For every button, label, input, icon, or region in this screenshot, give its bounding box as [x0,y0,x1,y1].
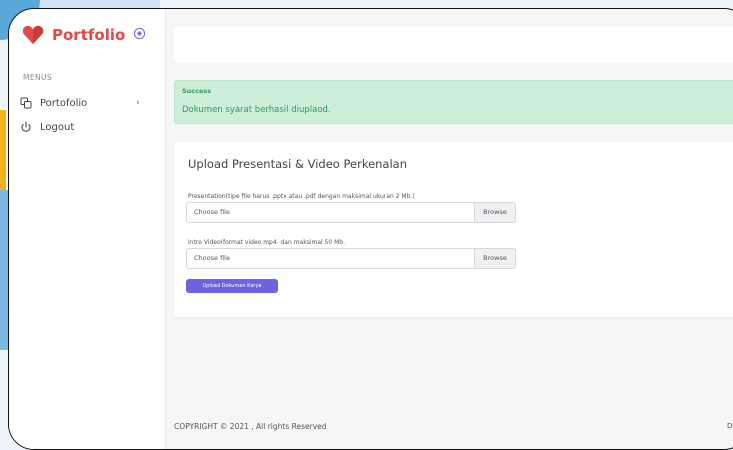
sidebar: Portfolio MENUS Portofolio › Logout [9,9,166,449]
video-file-input[interactable]: Choose file Browse [186,248,516,269]
presentation-browse-button[interactable]: Browse [474,203,515,222]
video-file-text: Choose file [194,254,230,262]
footer-right-text: De [727,422,733,430]
chevron-right-icon: › [136,98,140,108]
power-icon [21,121,31,132]
background-decoration-blue [0,190,8,350]
copy-icon [20,97,32,109]
top-navbar [174,27,733,63]
brand-logo[interactable]: Portfolio [22,25,125,45]
alert-message: Dokumen syarat berhasil diuplaod. [182,105,331,115]
alert-title: Success [182,87,212,95]
presentation-file-input[interactable]: Choose file Browse [186,202,516,223]
footer-copyright: COPYRIGHT © 2021 , All rights Reserved [174,422,327,431]
sidebar-item-label: Portofolio [40,97,88,109]
upload-card: Upload Presentasi & Video Perkenalan Pre… [174,142,733,317]
card-title: Upload Presentasi & Video Perkenalan [188,157,408,171]
sidebar-item-logout[interactable]: Logout [20,121,74,133]
menus-section-label: MENUS [23,73,53,82]
brand-name: Portfolio [52,26,126,44]
sidebar-item-label: Logout [40,121,75,133]
sidebar-toggle-icon[interactable] [133,27,146,40]
success-alert: Success Dokumen syarat berhasil diuplaod… [174,80,733,124]
presentation-label: Presentation(tipe file harus .pptx atau … [188,193,415,200]
upload-dokumen-button[interactable]: Upload Dokumen Karya [186,279,278,293]
background-decoration-yellow [0,110,6,190]
sidebar-item-portofolio[interactable]: Portofolio [20,97,87,109]
app-window: Portfolio MENUS Portofolio › Logout Succ… [8,8,733,450]
heart-logo-icon [22,25,44,45]
video-label: Intro Video(format video mp4. dan maksim… [188,239,346,246]
video-browse-button[interactable]: Browse [474,249,515,268]
presentation-file-text: Choose file [194,208,230,216]
